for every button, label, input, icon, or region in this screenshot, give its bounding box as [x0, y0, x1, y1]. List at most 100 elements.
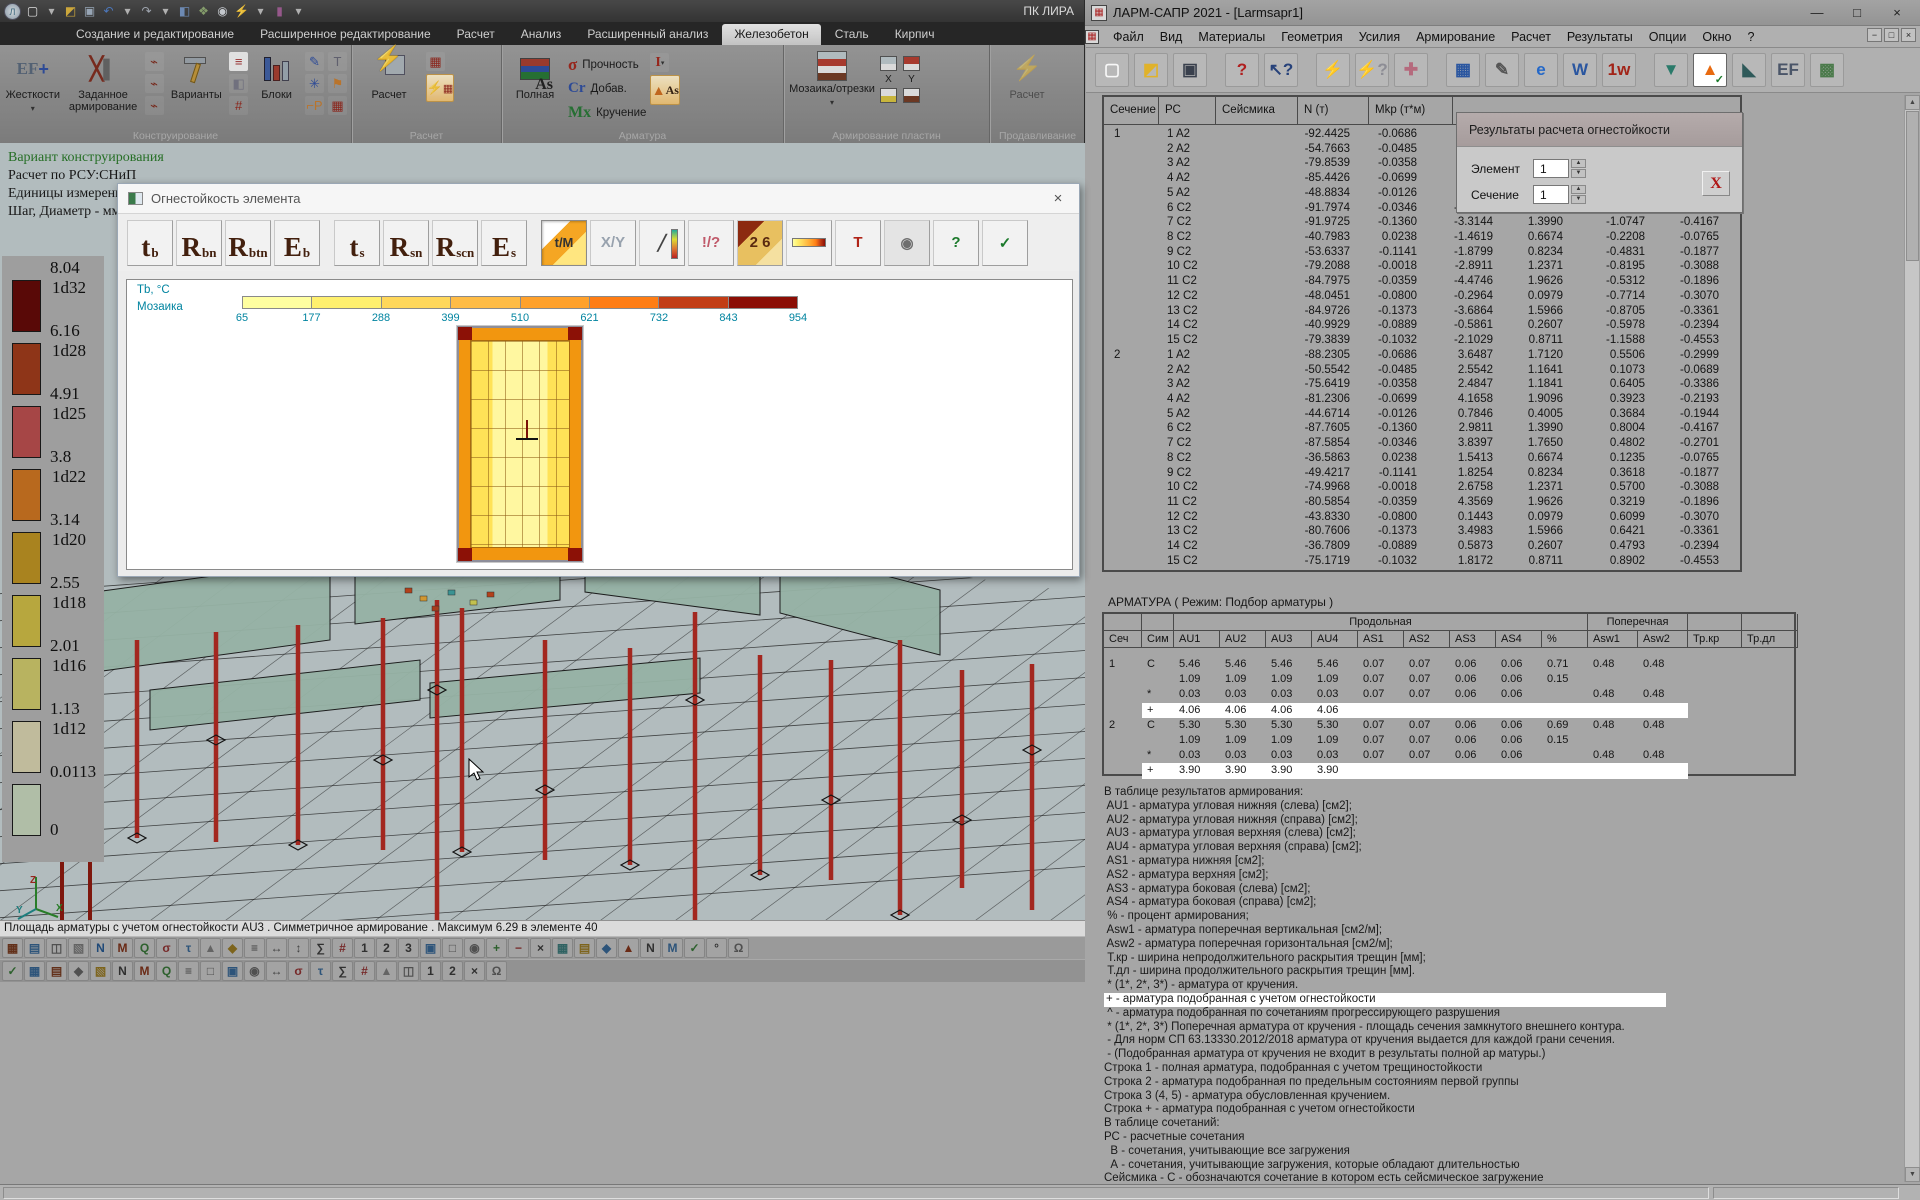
menu-item-Усилия[interactable]: Усилия	[1351, 28, 1408, 46]
redo-icon[interactable]: ↷	[138, 3, 155, 20]
column-header-Сейсмика[interactable]: Сейсмика	[1216, 97, 1298, 124]
tab-Кирпич[interactable]: Кирпич	[883, 24, 947, 45]
mosaic-toolbar-icon[interactable]: M	[134, 961, 155, 981]
column-header-AS4[interactable]: AS4	[1496, 631, 1542, 648]
table-row[interactable]: 7 C2-91.9725-0.1360-3.31441.3990-1.0747-…	[1104, 215, 1740, 230]
save-icon[interactable]: ▣	[1173, 53, 1207, 87]
mosaic-segments-button[interactable]: Мозаика/отрезки▾	[788, 49, 876, 109]
table-row[interactable]: 13 C2-84.9726-0.1373-3.68641.5966-0.8705…	[1104, 304, 1740, 319]
save-icon[interactable]: ▣	[81, 3, 98, 20]
segments-x-icon[interactable]	[880, 88, 897, 103]
rebar-row[interactable]: 1.091.091.091.090.070.070.060.060.15	[1104, 733, 1794, 748]
mosaic-toolbar-icon[interactable]: ∑	[310, 938, 331, 958]
rebar-row[interactable]: *0.030.030.030.030.070.070.060.060.480.4…	[1104, 748, 1794, 763]
mosaic-toolbar-icon[interactable]: ↔	[266, 938, 287, 958]
mosaic-toolbar-icon[interactable]: ▣	[420, 938, 441, 958]
close-dialog-button[interactable]: X	[1702, 171, 1730, 196]
mosaic-toolbar-icon[interactable]: ◉	[244, 961, 265, 981]
rsn-button[interactable]: Rsn	[383, 220, 429, 266]
mosaic-toolbar-icon[interactable]: ▲	[376, 961, 397, 981]
maximize-icon[interactable]: □	[1842, 4, 1872, 22]
column-header-РС[interactable]: РС	[1159, 97, 1216, 124]
undo-icon[interactable]: ↶	[100, 3, 117, 20]
table-row[interactable]: 5 A2-44.6714-0.01260.78460.40050.3684-0.…	[1104, 407, 1740, 422]
book-icon[interactable]: ❖	[195, 3, 212, 20]
dialog-title-bar[interactable]: Огнестойкость элемента ×	[118, 184, 1079, 214]
calculate-query-icon[interactable]: ⚡?	[1355, 53, 1389, 87]
mosaic-toolbar-icon[interactable]: □	[200, 961, 221, 981]
tee-icon[interactable]: T	[328, 52, 347, 71]
larm-title-bar[interactable]: ▦ ЛАРМ-САПР 2021 - [Larmsapr1]	[1085, 0, 1920, 26]
table-row[interactable]: 14 C2-36.7809-0.08890.58730.26070.4793-0…	[1104, 539, 1740, 554]
dropdown-icon[interactable]: ▾	[43, 3, 60, 20]
mosaic-toolbar-icon[interactable]: Q	[156, 961, 177, 981]
solid-block-icon[interactable]: ▩	[1810, 53, 1844, 87]
mosaic-toolbar-icon[interactable]: ◫	[46, 938, 67, 958]
menu-item-Расчет[interactable]: Расчет	[1503, 28, 1559, 46]
mosaic-toolbar-icon[interactable]: N	[640, 938, 661, 958]
color-strip-button[interactable]	[786, 220, 832, 266]
column-header-%[interactable]: %	[1542, 631, 1588, 648]
frame-icon[interactable]: ⌐P	[305, 96, 324, 115]
mosaic-toolbar-icon[interactable]: #	[332, 938, 353, 958]
mosaic-toolbar-icon[interactable]: ▲	[618, 938, 639, 958]
mosaic-toolbar-icon[interactable]: °	[706, 938, 727, 958]
column-header-AU2[interactable]: AU2	[1220, 631, 1266, 648]
fire-as-active-icon[interactable]: ▲As	[650, 75, 680, 105]
spin-down-icon[interactable]: ▼	[1571, 195, 1586, 204]
local-axes-icon[interactable]: ✚	[1394, 53, 1428, 87]
table-row[interactable]: 6 C2-87.7605-0.13602.98111.39900.8004-0.…	[1104, 421, 1740, 436]
lira-logo-icon[interactable]: Л	[4, 3, 21, 20]
mosaic-toolbar-icon[interactable]: ◆	[68, 961, 89, 981]
rebar-row[interactable]: *0.030.030.030.030.070.070.060.060.480.4…	[1104, 687, 1794, 702]
column-header-Asw2[interactable]: Asw2	[1638, 631, 1688, 648]
tab-Сталь[interactable]: Сталь	[823, 24, 881, 45]
scroll-down-icon[interactable]: ▼	[1905, 1167, 1920, 1182]
digits-mosaic-button[interactable]: 2 6	[737, 220, 783, 266]
mosaic-toolbar-icon[interactable]: ▦	[24, 961, 45, 981]
mosaic-toolbar-icon[interactable]: σ	[288, 961, 309, 981]
bar-tool-icon[interactable]: ⌁	[145, 74, 164, 93]
segments-y-icon[interactable]	[903, 88, 920, 103]
tables-icon[interactable]: ▦	[1446, 53, 1480, 87]
table-row[interactable]: 10 C2-74.9968-0.00182.67581.23710.5700-0…	[1104, 480, 1740, 495]
table-row[interactable]: 13 C2-80.7606-0.13733.49831.59660.6421-0…	[1104, 524, 1740, 539]
mdi-close-icon[interactable]: ×	[1901, 28, 1916, 42]
column-header-Сеч[interactable]: Сеч	[1104, 631, 1142, 648]
mosaic-toolbar-icon[interactable]: #	[354, 961, 375, 981]
table-row[interactable]: 4 A2-81.2306-0.06994.16581.90960.3923-0.…	[1104, 392, 1740, 407]
mosaic-toolbar-icon[interactable]: σ	[156, 938, 177, 958]
table-row[interactable]: 11 C2-84.7975-0.0359-4.47461.9626-0.5312…	[1104, 274, 1740, 289]
rbn-button[interactable]: Rbn	[176, 220, 222, 266]
help-button[interactable]: ?	[933, 220, 979, 266]
section-query-button[interactable]: !/?	[688, 220, 734, 266]
mosaic-toolbar-icon[interactable]: ▧	[90, 961, 111, 981]
menu-item-Материалы[interactable]: Материалы	[1190, 28, 1273, 46]
rbtn-button[interactable]: Rbtn	[225, 220, 271, 266]
punching-calc-button[interactable]: ⚡ Расчет	[994, 49, 1060, 101]
word-report-icon[interactable]: W	[1563, 53, 1597, 87]
lira-title-bar[interactable]: Л ▢▾◩▣↶▾↷▾◧❖◉⚡▾▮▾ ПК ЛИРА	[0, 0, 1084, 22]
mosaic-x-icon[interactable]	[880, 56, 897, 71]
mosaic-toolbar-icon[interactable]: ×	[464, 961, 485, 981]
mosaic-toolbar-icon[interactable]: ▣	[222, 961, 243, 981]
scrollbar-thumb[interactable]	[1906, 111, 1919, 261]
mosaic-toolbar-icon[interactable]: ▤	[46, 961, 67, 981]
tab-Железобетон[interactable]: Железобетон	[722, 24, 820, 45]
column-header-Сечение[interactable]: Сечение	[1104, 97, 1159, 124]
mosaic-toolbar-icon[interactable]: −	[508, 938, 529, 958]
mosaic-toolbar-icon[interactable]: 2	[442, 961, 463, 981]
mdi-minimize-icon[interactable]: −	[1867, 28, 1882, 42]
mosaic-toolbar-icon[interactable]: 1	[354, 938, 375, 958]
table-row[interactable]: 11 C2-80.5854-0.03594.35691.96260.3219-0…	[1104, 495, 1740, 510]
fire-results-dialog-title[interactable]: Результаты расчета огнестойкости	[1457, 113, 1742, 147]
cube-icon[interactable]: ◧	[229, 74, 248, 93]
close-icon[interactable]: ×	[1047, 190, 1069, 207]
fire-resistance-icon[interactable]: ▲✓	[1693, 53, 1727, 87]
column-header-AS2[interactable]: AS2	[1404, 631, 1450, 648]
column-header-Тр.дл[interactable]: Тр.дл	[1742, 631, 1798, 648]
menu-item-Окно[interactable]: Окно	[1694, 28, 1739, 46]
bar-tool-icon[interactable]: ⌁	[145, 52, 164, 71]
mosaic-toolbar-icon[interactable]: ◉	[464, 938, 485, 958]
mosaic-toolbar-icon[interactable]: N	[90, 938, 111, 958]
